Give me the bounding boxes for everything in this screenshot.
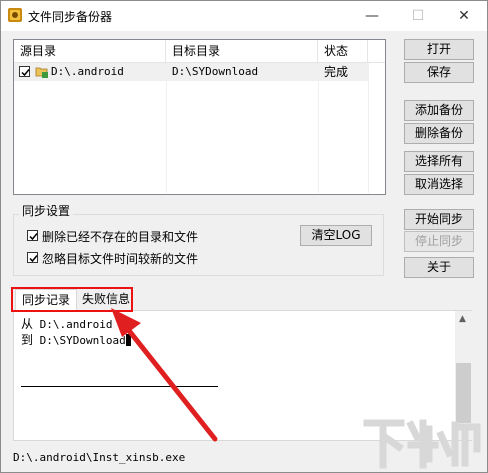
app-window: 文件同步备份器 — ☐ ✕ 源目录 目标目录 状态 D:\.android D:… <box>0 0 488 473</box>
watermark-logo <box>361 415 483 471</box>
annotation-arrow-icon <box>111 308 218 442</box>
watermark-icon <box>363 419 481 469</box>
